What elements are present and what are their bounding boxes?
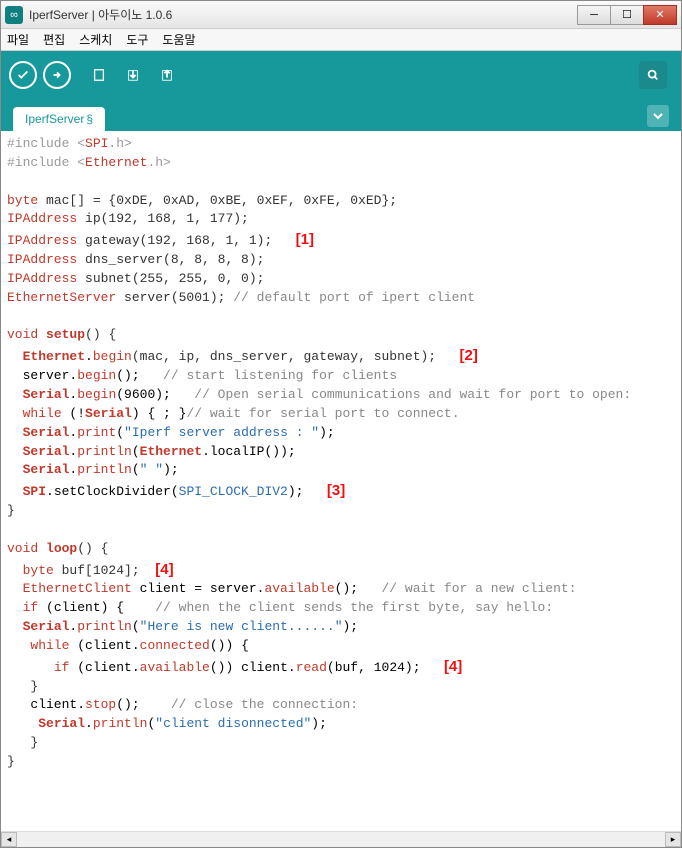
arduino-icon: ∞: [5, 6, 23, 24]
maximize-button[interactable]: ☐: [610, 5, 644, 25]
open-button[interactable]: [119, 61, 147, 89]
tab-label: IperfServer: [25, 112, 84, 126]
close-button[interactable]: ✕: [643, 5, 677, 25]
titlebar: ∞ IperfServer | 아두이노 1.0.6 ─ ☐ ✕: [1, 1, 681, 29]
save-button[interactable]: [153, 61, 181, 89]
tab-iperfserver[interactable]: IperfServer§: [13, 107, 105, 131]
annotation-3: [3]: [327, 482, 345, 499]
scroll-track[interactable]: [17, 832, 665, 847]
annotation-4a: [4]: [155, 561, 173, 578]
annotation-1: [1]: [296, 231, 314, 248]
code-editor[interactable]: #include <SPI.h> #include <Ethernet.h> b…: [1, 131, 681, 831]
tab-menu-button[interactable]: [647, 105, 669, 127]
menu-file[interactable]: 파일: [7, 31, 29, 48]
scroll-right-button[interactable]: ▸: [665, 832, 681, 847]
tab-modified-indicator: §: [86, 112, 93, 126]
menu-sketch[interactable]: 스케치: [79, 31, 112, 48]
menu-help[interactable]: 도움말: [162, 31, 195, 48]
window-controls: ─ ☐ ✕: [578, 5, 677, 25]
upload-button[interactable]: [43, 61, 71, 89]
minimize-button[interactable]: ─: [577, 5, 611, 25]
horizontal-scrollbar[interactable]: ◂ ▸: [1, 831, 681, 847]
tabstrip: IperfServer§: [1, 99, 681, 131]
menubar: 파일 편집 스케치 도구 도움말: [1, 29, 681, 51]
window-title: IperfServer | 아두이노 1.0.6: [23, 6, 578, 23]
annotation-4b: [4]: [444, 658, 462, 675]
scroll-left-button[interactable]: ◂: [1, 832, 17, 847]
menu-edit[interactable]: 편집: [43, 31, 65, 48]
new-button[interactable]: [85, 61, 113, 89]
annotation-2: [2]: [460, 347, 478, 364]
app-window: ∞ IperfServer | 아두이노 1.0.6 ─ ☐ ✕ 파일 편집 스…: [0, 0, 682, 848]
serial-monitor-button[interactable]: [639, 61, 667, 89]
verify-button[interactable]: [9, 61, 37, 89]
menu-tools[interactable]: 도구: [126, 31, 148, 48]
toolbar: [1, 51, 681, 99]
editor-area: #include <SPI.h> #include <Ethernet.h> b…: [1, 131, 681, 831]
